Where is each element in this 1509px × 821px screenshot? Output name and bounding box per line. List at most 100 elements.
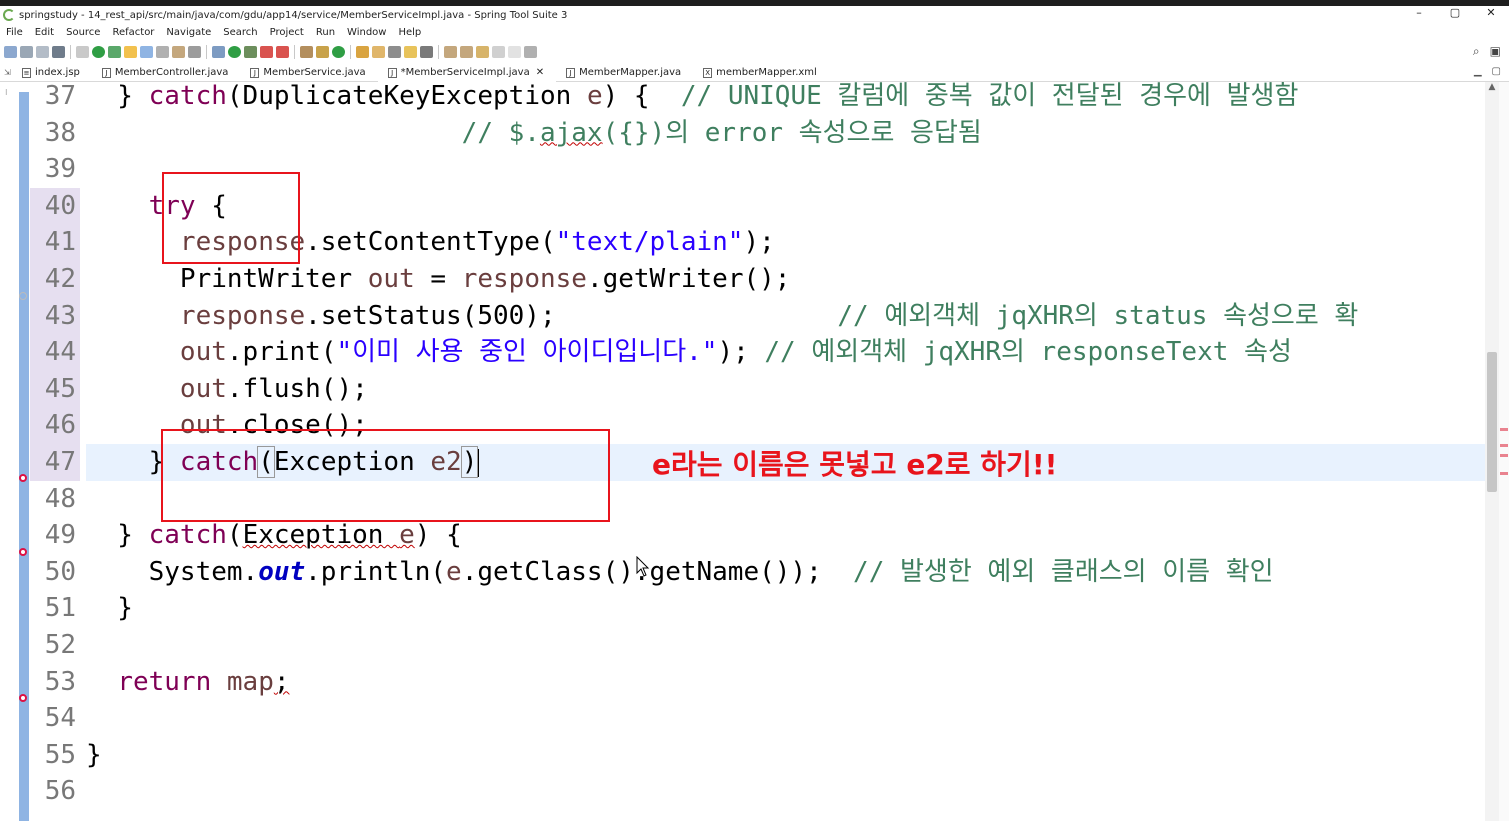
open-perspective-icon[interactable]: [524, 45, 537, 58]
overview-error-mark[interactable]: [1500, 472, 1508, 475]
menu-run[interactable]: Run: [310, 27, 341, 38]
perspective-icon[interactable]: ▣: [1490, 44, 1501, 59]
line-number: 56: [44, 776, 76, 807]
pen-icon[interactable]: [388, 45, 401, 58]
new-package-icon[interactable]: [316, 45, 329, 58]
word-wrap-icon[interactable]: [156, 45, 169, 58]
menu-project[interactable]: Project: [264, 27, 310, 38]
tab-list-icon[interactable]: ⇲: [0, 68, 12, 77]
annotation-note: e라는 이름은 못넣고 e2로 하기!!: [652, 448, 1058, 481]
new-class-icon[interactable]: [332, 45, 345, 58]
error-marker-icon[interactable]: [19, 548, 27, 556]
maximize-button[interactable]: ▢: [1437, 6, 1473, 19]
xml-file-icon: X: [703, 67, 713, 78]
debug-icon[interactable]: [212, 45, 225, 58]
tab-label: MemberMapper.java: [579, 67, 682, 78]
toggle-highlight-icon[interactable]: [140, 45, 153, 58]
line-number: 48: [44, 483, 76, 514]
tab-index-jsp[interactable]: ≡ index.jsp: [12, 64, 92, 82]
minimize-editor-icon[interactable]: ▁: [1474, 66, 1482, 77]
new-icon[interactable]: [4, 45, 17, 58]
save-icon[interactable]: [20, 45, 33, 58]
vertical-scrollbar[interactable]: ▲: [1485, 82, 1499, 821]
forward-icon[interactable]: [508, 45, 521, 58]
menu-file[interactable]: File: [0, 27, 29, 38]
minimize-button[interactable]: –: [1401, 6, 1437, 19]
tab-member-controller[interactable]: J MemberController.java: [92, 64, 241, 82]
coverage-icon[interactable]: [244, 45, 257, 58]
menu-source[interactable]: Source: [60, 27, 106, 38]
menu-refactor[interactable]: Refactor: [106, 27, 160, 38]
next-annotation-icon[interactable]: [444, 45, 457, 58]
menu-window[interactable]: Window: [341, 27, 392, 38]
line-number: 42: [30, 261, 80, 298]
save-all-icon[interactable]: [36, 45, 49, 58]
new-java-project-icon[interactable]: [300, 45, 313, 58]
maximize-editor-icon[interactable]: ▢: [1492, 66, 1501, 77]
toolbar-separator: [294, 44, 295, 59]
menu-help[interactable]: Help: [392, 27, 427, 38]
close-button[interactable]: ✕: [1473, 6, 1509, 19]
code-line: 43 response.setStatus(500); // 예외객체 jqXH…: [30, 297, 1485, 335]
error-marker-icon[interactable]: [19, 474, 27, 482]
open-folder-icon[interactable]: [356, 45, 369, 58]
refresh-icon[interactable]: [108, 45, 121, 58]
last-edit-icon[interactable]: [476, 45, 489, 58]
open-task-icon[interactable]: [372, 45, 385, 58]
highlight-box-catch: [161, 429, 610, 522]
skip-breakpoints-icon[interactable]: [76, 45, 89, 58]
menu-bar: File Edit Source Refactor Navigate Searc…: [0, 24, 1509, 40]
java-file-icon: J: [250, 67, 260, 78]
code-line: 54: [30, 700, 1485, 737]
annotation-icon[interactable]: [404, 45, 417, 58]
menu-search[interactable]: Search: [217, 27, 263, 38]
open-type-icon[interactable]: [124, 45, 137, 58]
tab-member-mapper-xml[interactable]: X memberMapper.xml: [693, 64, 829, 82]
show-whitespace-icon[interactable]: [188, 45, 201, 58]
tab-label: MemberController.java: [114, 67, 229, 78]
previous-annotation-icon[interactable]: [460, 45, 473, 58]
line-number: 49: [44, 520, 76, 551]
code-line: 38 // $.ajax({})의 error 속성으로 응답됨: [30, 115, 1485, 152]
error-marker-icon[interactable]: [19, 694, 27, 702]
code-text: return map;: [117, 666, 290, 697]
gutter-icon: ⁝: [5, 88, 8, 97]
toolbar-separator: [206, 44, 207, 59]
close-tab-icon[interactable]: ✕: [536, 67, 544, 78]
stop-icon[interactable]: [260, 45, 273, 58]
line-number: 44: [30, 334, 80, 371]
menu-edit[interactable]: Edit: [29, 27, 60, 38]
overview-ruler: [1499, 82, 1509, 821]
code-text: // $.ajax({})의 error 속성으로 응답됨: [86, 117, 982, 148]
toolbar-separator: [350, 44, 351, 59]
search-icon[interactable]: ⌕: [1473, 44, 1480, 59]
change-ruler: [19, 92, 29, 821]
scroll-up-icon[interactable]: ▲: [1485, 82, 1499, 92]
line-number: 47: [30, 444, 80, 481]
menu-navigate[interactable]: Navigate: [160, 27, 217, 38]
back-icon[interactable]: [492, 45, 505, 58]
code-text: out.flush();: [179, 373, 368, 404]
line-number: 46: [30, 407, 80, 444]
overview-error-mark[interactable]: [1500, 428, 1508, 431]
spring-tool-suite-icon: [3, 9, 15, 21]
search-globe-icon[interactable]: [420, 45, 433, 58]
print-icon[interactable]: [52, 45, 65, 58]
run-icon[interactable]: [228, 45, 241, 58]
overview-error-mark[interactable]: [1500, 444, 1508, 447]
code-text: out.print("이미 사용 중인 아이디입니다."); // 예외객체 j…: [179, 337, 1292, 368]
left-gutter: ⁝: [0, 82, 18, 821]
tab-member-service[interactable]: J MemberService.java: [240, 64, 377, 82]
code-text: }: [86, 593, 133, 624]
jsp-file-icon: ≡: [22, 67, 31, 78]
java-file-icon: J: [566, 67, 576, 78]
external-tools-icon[interactable]: [276, 45, 289, 58]
toolbar-separator: [70, 44, 71, 59]
scroll-thumb[interactable]: [1487, 352, 1497, 492]
tab-controls: ▁ ▢: [1474, 66, 1501, 77]
block-selection-icon[interactable]: [172, 45, 185, 58]
tab-member-service-impl[interactable]: J *MemberServiceImpl.java ✕: [377, 63, 557, 82]
overview-error-mark[interactable]: [1500, 454, 1508, 457]
tab-member-mapper[interactable]: J MemberMapper.java: [556, 64, 693, 82]
start-server-icon[interactable]: [92, 45, 105, 58]
